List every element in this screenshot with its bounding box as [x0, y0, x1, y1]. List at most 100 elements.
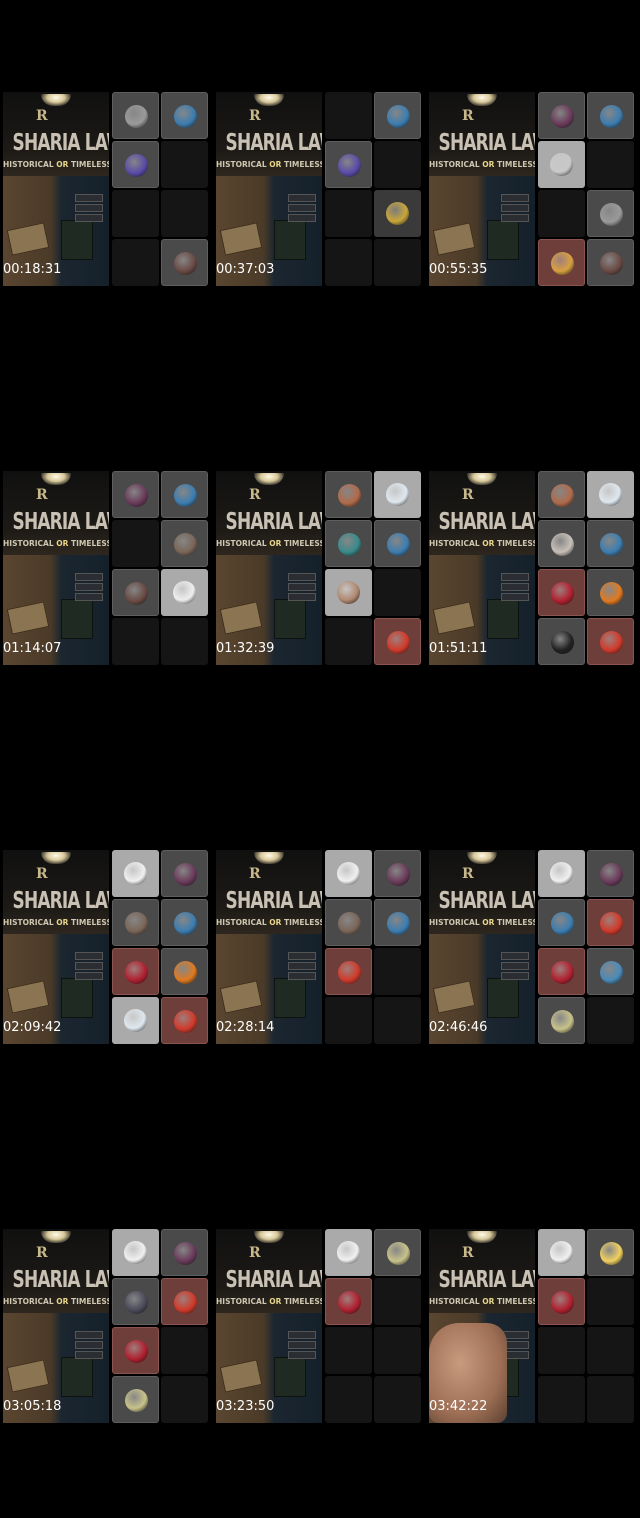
participant-tile[interactable]: [374, 190, 421, 237]
participant-tile[interactable]: [587, 92, 634, 139]
participant-tile[interactable]: [538, 850, 585, 897]
participant-tile[interactable]: [112, 1278, 159, 1325]
participant-tile[interactable]: [538, 569, 585, 616]
participant-tile[interactable]: [161, 471, 208, 518]
timestamp: 01:32:39: [216, 641, 275, 656]
participant-tile[interactable]: [587, 471, 634, 518]
participant-tile[interactable]: [587, 190, 634, 237]
participant-tile[interactable]: [112, 1327, 159, 1374]
participant-tile[interactable]: [112, 569, 159, 616]
participant-tile[interactable]: [325, 1278, 372, 1325]
participant-tile[interactable]: [374, 92, 421, 139]
thumbnail-frame[interactable]: R SHARIA LAW HISTORICAL OR TIMELESS? 01:51:…: [426, 379, 639, 758]
empty-slot: [161, 1376, 208, 1423]
participant-tile[interactable]: [374, 1229, 421, 1276]
participant-tile[interactable]: [325, 948, 372, 995]
signpost-icon: [288, 1351, 316, 1359]
participant-tile[interactable]: [161, 569, 208, 616]
participant-tile[interactable]: [374, 899, 421, 946]
participant-tile[interactable]: [112, 1229, 159, 1276]
participant-tile[interactable]: [538, 92, 585, 139]
empty-slot: [325, 997, 372, 1044]
participant-tile[interactable]: [325, 569, 372, 616]
participant-tile[interactable]: [538, 520, 585, 567]
participant-tile[interactable]: [538, 239, 585, 286]
participant-tile[interactable]: [538, 471, 585, 518]
empty-slot: [374, 239, 421, 286]
thumbnail-frame[interactable]: R SHARIA LAW HISTORICAL OR TIMELESS? 02:28:…: [213, 758, 426, 1137]
participant-tile[interactable]: [325, 850, 372, 897]
participant-tile[interactable]: [538, 899, 585, 946]
thumbnail-frame[interactable]: R SHARIA LAW HISTORICAL OR TIMELESS? 01:32:…: [213, 379, 426, 758]
signpost-icon: [288, 972, 316, 980]
participant-tile[interactable]: [161, 92, 208, 139]
participant-tile[interactable]: [112, 997, 159, 1044]
timestamp: 03:23:50: [216, 1399, 275, 1414]
thumbnail-frame[interactable]: R SHARIA LAW HISTORICAL OR TIMELESS? 03:23:…: [213, 1137, 426, 1516]
participant-tile[interactable]: [161, 997, 208, 1044]
participant-tile[interactable]: [538, 618, 585, 665]
signpost-icon: [501, 573, 529, 581]
book-icon: [487, 978, 519, 1018]
participant-tile[interactable]: [538, 1278, 585, 1325]
participant-tile[interactable]: [112, 471, 159, 518]
participant-tile[interactable]: [587, 520, 634, 567]
thumbnail-frame[interactable]: R SHARIA LAW HISTORICAL OR TIMELESS? 02:46:…: [426, 758, 639, 1137]
participant-tile[interactable]: [587, 618, 634, 665]
banner-subtitle: HISTORICAL OR TIMELESS?: [3, 539, 109, 548]
participant-tile[interactable]: [161, 1229, 208, 1276]
channel-logo: R: [249, 866, 261, 882]
participant-tile[interactable]: [112, 1376, 159, 1423]
participant-tile[interactable]: [374, 618, 421, 665]
participant-tile[interactable]: [325, 1229, 372, 1276]
participant-tile[interactable]: [587, 850, 634, 897]
participant-avatar-icon: [600, 863, 623, 886]
participant-tile[interactable]: [374, 471, 421, 518]
participant-avatar-icon: [387, 1242, 410, 1265]
stream-banner: R SHARIA LAW HISTORICAL OR TIMELESS?: [429, 1229, 535, 1423]
participant-tile[interactable]: [587, 899, 634, 946]
participant-tile[interactable]: [538, 141, 585, 188]
participant-tile[interactable]: [538, 1229, 585, 1276]
participant-grid: [538, 92, 637, 286]
empty-slot: [325, 1376, 372, 1423]
thumbnail-frame[interactable]: R SHARIA LAW HISTORICAL OR TIMELESS? 00:18:…: [0, 0, 213, 379]
participant-tile[interactable]: [161, 520, 208, 567]
stream-banner: R SHARIA LAW HISTORICAL OR TIMELESS?: [429, 471, 535, 665]
participant-tile[interactable]: [325, 520, 372, 567]
channel-logo: R: [249, 108, 261, 124]
participant-tile[interactable]: [538, 948, 585, 995]
participant-tile[interactable]: [161, 850, 208, 897]
participant-avatar-icon: [173, 581, 196, 604]
participant-tile[interactable]: [161, 239, 208, 286]
participant-tile[interactable]: [538, 997, 585, 1044]
participant-tile[interactable]: [587, 948, 634, 995]
participant-tile[interactable]: [325, 899, 372, 946]
participant-tile[interactable]: [112, 92, 159, 139]
thumbnail-frame[interactable]: R SHARIA LAW HISTORICAL OR TIMELESS? 00:37:…: [213, 0, 426, 379]
participant-tile[interactable]: [161, 948, 208, 995]
participant-tile[interactable]: [587, 1229, 634, 1276]
participant-tile[interactable]: [587, 239, 634, 286]
participant-tile[interactable]: [374, 520, 421, 567]
channel-logo: R: [36, 866, 48, 882]
participant-tile[interactable]: [112, 899, 159, 946]
participant-tile[interactable]: [325, 471, 372, 518]
empty-slot: [374, 948, 421, 995]
thumbnail-frame[interactable]: R SHARIA LAW HISTORICAL OR TIMELESS? 00:55:…: [426, 0, 639, 379]
participant-tile[interactable]: [112, 141, 159, 188]
banner-subtitle: HISTORICAL OR TIMELESS?: [216, 1297, 322, 1306]
thumbnail-frame[interactable]: R SHARIA LAW HISTORICAL OR TIMELESS? 03:05:…: [0, 1137, 213, 1516]
participant-avatar-icon: [124, 1241, 147, 1264]
thumbnail-frame[interactable]: R SHARIA LAW HISTORICAL OR TIMELESS? 02:09:…: [0, 758, 213, 1137]
participant-tile[interactable]: [112, 948, 159, 995]
thumbnail-frame[interactable]: R SHARIA LAW HISTORICAL OR TIMELESS? 01:14:…: [0, 379, 213, 758]
participant-tile[interactable]: [161, 1278, 208, 1325]
thumbnail-frame[interactable]: R SHARIA LAW HISTORICAL OR TIMELESS? 03:42:…: [426, 1137, 639, 1516]
participant-grid: [112, 850, 211, 1044]
participant-tile[interactable]: [161, 899, 208, 946]
participant-tile[interactable]: [587, 569, 634, 616]
participant-tile[interactable]: [112, 850, 159, 897]
participant-tile[interactable]: [374, 850, 421, 897]
participant-tile[interactable]: [325, 141, 372, 188]
